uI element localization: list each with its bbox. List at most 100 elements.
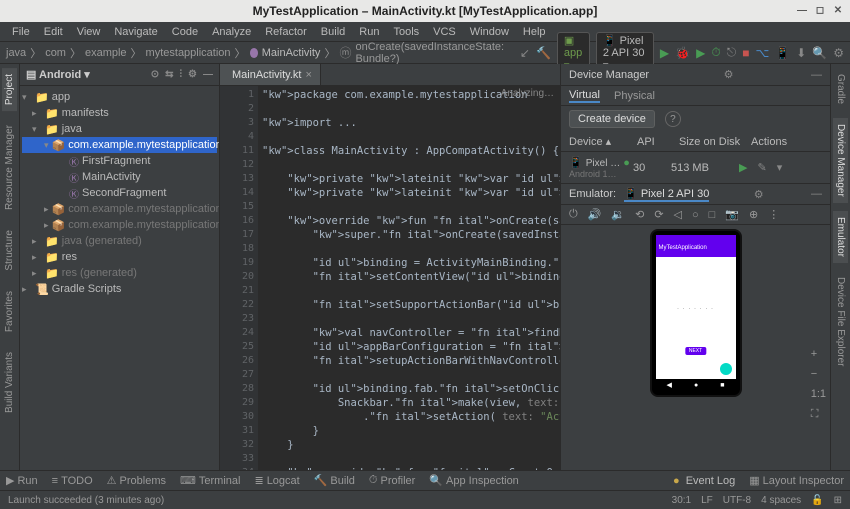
sdk-manager-icon[interactable]: ⬇: [796, 46, 806, 60]
rail-device-file-explorer[interactable]: Device File Explorer: [833, 271, 848, 372]
tree-row[interactable]: ▾📁java: [22, 121, 217, 137]
project-gear-icon[interactable]: ⚙: [188, 69, 197, 80]
tree-row[interactable]: ▸📁manifests: [22, 105, 217, 121]
attach-debugger-icon[interactable]: ⎋: [727, 45, 737, 60]
emu-zoom-reset-icon[interactable]: ⛶: [811, 408, 826, 421]
window-minimize-icon[interactable]: —: [794, 2, 810, 18]
status-line-sep[interactable]: LF: [701, 495, 713, 506]
rail-emulator[interactable]: Emulator: [833, 211, 848, 263]
status-indent[interactable]: 4 spaces: [761, 495, 801, 506]
emu-voldown-icon[interactable]: 🔉: [611, 208, 625, 221]
project-hide-icon[interactable]: —: [203, 69, 213, 80]
menu-edit[interactable]: Edit: [38, 24, 69, 40]
rail-device-manager[interactable]: Device Manager: [833, 118, 848, 203]
menu-code[interactable]: Code: [166, 24, 204, 40]
rail-favorites[interactable]: Favorites: [2, 285, 17, 338]
bottom-tab-logcat[interactable]: ≣ Logcat: [254, 474, 299, 487]
breadcrumb[interactable]: mytestapplication: [146, 47, 231, 59]
bottom-tab-event-log[interactable]: Event Log: [673, 474, 735, 487]
bottom-tab-problems[interactable]: ⚠ Problems: [107, 474, 166, 487]
bottom-tab-terminal[interactable]: ⌨ Terminal: [180, 474, 240, 487]
breadcrumb-method[interactable]: onCreate(savedInstanceState: Bundle?): [355, 41, 515, 65]
emu-home-icon[interactable]: ○: [692, 209, 699, 221]
window-close-icon[interactable]: ✕: [830, 2, 846, 18]
coverage-icon[interactable]: ▶: [696, 46, 705, 60]
rail-resource-manager[interactable]: Resource Manager: [2, 119, 17, 216]
rail-structure[interactable]: Structure: [2, 224, 17, 277]
dm-col-actions[interactable]: Actions: [751, 136, 822, 148]
menu-tools[interactable]: Tools: [387, 24, 425, 40]
vcs-icon[interactable]: ⌥: [755, 46, 769, 60]
breadcrumb[interactable]: com: [45, 47, 66, 59]
bottom-tab-build[interactable]: 🔨 Build: [314, 474, 355, 487]
dm-tab-virtual[interactable]: Virtual: [569, 89, 600, 103]
menu-view[interactable]: View: [71, 24, 107, 40]
device-edit-icon[interactable]: ✎: [757, 161, 766, 174]
tree-row[interactable]: ▸📦com.example.mytestapplication (android…: [22, 201, 217, 217]
dm-col-size[interactable]: Size on Disk: [679, 136, 747, 148]
tree-row[interactable]: ▾📦com.example.mytestapplication: [22, 137, 217, 153]
avd-manager-icon[interactable]: 📱: [775, 46, 790, 60]
bottom-tab-profiler[interactable]: ⏱ Profiler: [369, 474, 415, 487]
editor-gutter[interactable]: 1234111213141516171819202122232425262728…: [220, 86, 258, 470]
emu-back-icon[interactable]: ◁: [674, 208, 682, 221]
project-tree[interactable]: ▾📁app▸📁manifests▾📁java▾📦com.example.myte…: [20, 86, 219, 300]
project-scope-icon[interactable]: ⊙: [151, 69, 159, 80]
status-caret-pos[interactable]: 30:1: [672, 495, 691, 506]
window-maximize-icon[interactable]: ◻: [812, 2, 828, 18]
device-manager-hide-icon[interactable]: —: [808, 69, 822, 81]
stop-icon[interactable]: ■: [742, 46, 749, 60]
emu-overview-icon[interactable]: □: [709, 209, 716, 221]
breadcrumb-file[interactable]: MainActivity: [262, 47, 321, 59]
tree-row[interactable]: ⓀFirstFragment: [22, 153, 217, 169]
tree-row[interactable]: ▾📁app: [22, 89, 217, 105]
bottom-tab-todo[interactable]: ≡ TODO: [52, 475, 93, 487]
emu-zoom-in-icon[interactable]: +: [811, 348, 826, 360]
create-device-button[interactable]: Create device: [569, 110, 655, 128]
menu-file[interactable]: File: [6, 24, 36, 40]
emu-power-icon[interactable]: ⏻: [569, 208, 578, 221]
help-icon[interactable]: ?: [665, 111, 681, 127]
emu-zoom-out-icon[interactable]: −: [811, 368, 826, 380]
search-icon[interactable]: 🔍: [812, 46, 827, 60]
emulator-gear-icon[interactable]: ⚙: [754, 188, 764, 201]
project-options-icon[interactable]: ⫶: [180, 69, 183, 80]
breadcrumb[interactable]: java: [6, 47, 26, 59]
emu-rotate-right-icon[interactable]: ⟳: [654, 208, 663, 221]
emu-screenshot-icon[interactable]: 📷: [725, 208, 739, 221]
menu-window[interactable]: Window: [464, 24, 515, 40]
sync-icon[interactable]: ↙: [520, 46, 530, 60]
dm-col-device[interactable]: Device ▴: [569, 135, 633, 148]
device-manager-gear-icon[interactable]: ⚙: [724, 68, 734, 81]
debug-icon[interactable]: 🐞: [675, 46, 690, 60]
rail-project[interactable]: Project: [2, 68, 17, 111]
settings-icon[interactable]: ⚙: [833, 46, 844, 60]
menu-vcs[interactable]: VCS: [427, 24, 462, 40]
status-encoding[interactable]: UTF-8: [723, 495, 751, 506]
device-menu-icon[interactable]: ▾: [777, 161, 783, 174]
bottom-tab-app-inspection[interactable]: 🔍 App Inspection: [429, 474, 518, 487]
emu-zoom-fit-icon[interactable]: 1:1: [811, 388, 826, 400]
build-icon[interactable]: 🔨: [536, 46, 551, 60]
rail-build-variants[interactable]: Build Variants: [2, 346, 17, 419]
tree-row[interactable]: ▸📁java (generated): [22, 233, 217, 249]
tree-row[interactable]: ▸📁res (generated): [22, 265, 217, 281]
emu-volup-icon[interactable]: 🔊: [588, 208, 602, 221]
emulator-screen[interactable]: MyTestApplication · · · · · · · NEXT ◀ ●…: [650, 229, 742, 397]
menu-refactor[interactable]: Refactor: [259, 24, 313, 40]
status-readonly-icon[interactable]: 🔓: [811, 495, 823, 506]
status-memory-icon[interactable]: ⊞: [834, 495, 842, 506]
project-view-selector[interactable]: ▤ Android ▾: [26, 68, 90, 81]
emu-zoom-icon[interactable]: ⊕: [749, 208, 758, 221]
emu-rotate-left-icon[interactable]: ⟲: [635, 208, 644, 221]
breadcrumb[interactable]: example: [85, 47, 127, 59]
tree-row[interactable]: ▸📜Gradle Scripts: [22, 281, 217, 297]
menu-navigate[interactable]: Navigate: [108, 24, 163, 40]
menu-run[interactable]: Run: [353, 24, 385, 40]
dm-col-api[interactable]: API: [637, 136, 675, 148]
project-collapse-icon[interactable]: ⇆: [165, 69, 173, 80]
bottom-tab-run[interactable]: ▶ Run: [6, 474, 38, 487]
tree-row[interactable]: ⓀSecondFragment: [22, 185, 217, 201]
close-tab-icon[interactable]: ×: [305, 69, 311, 81]
editor-tab[interactable]: MainActivity.kt ×: [220, 64, 321, 85]
